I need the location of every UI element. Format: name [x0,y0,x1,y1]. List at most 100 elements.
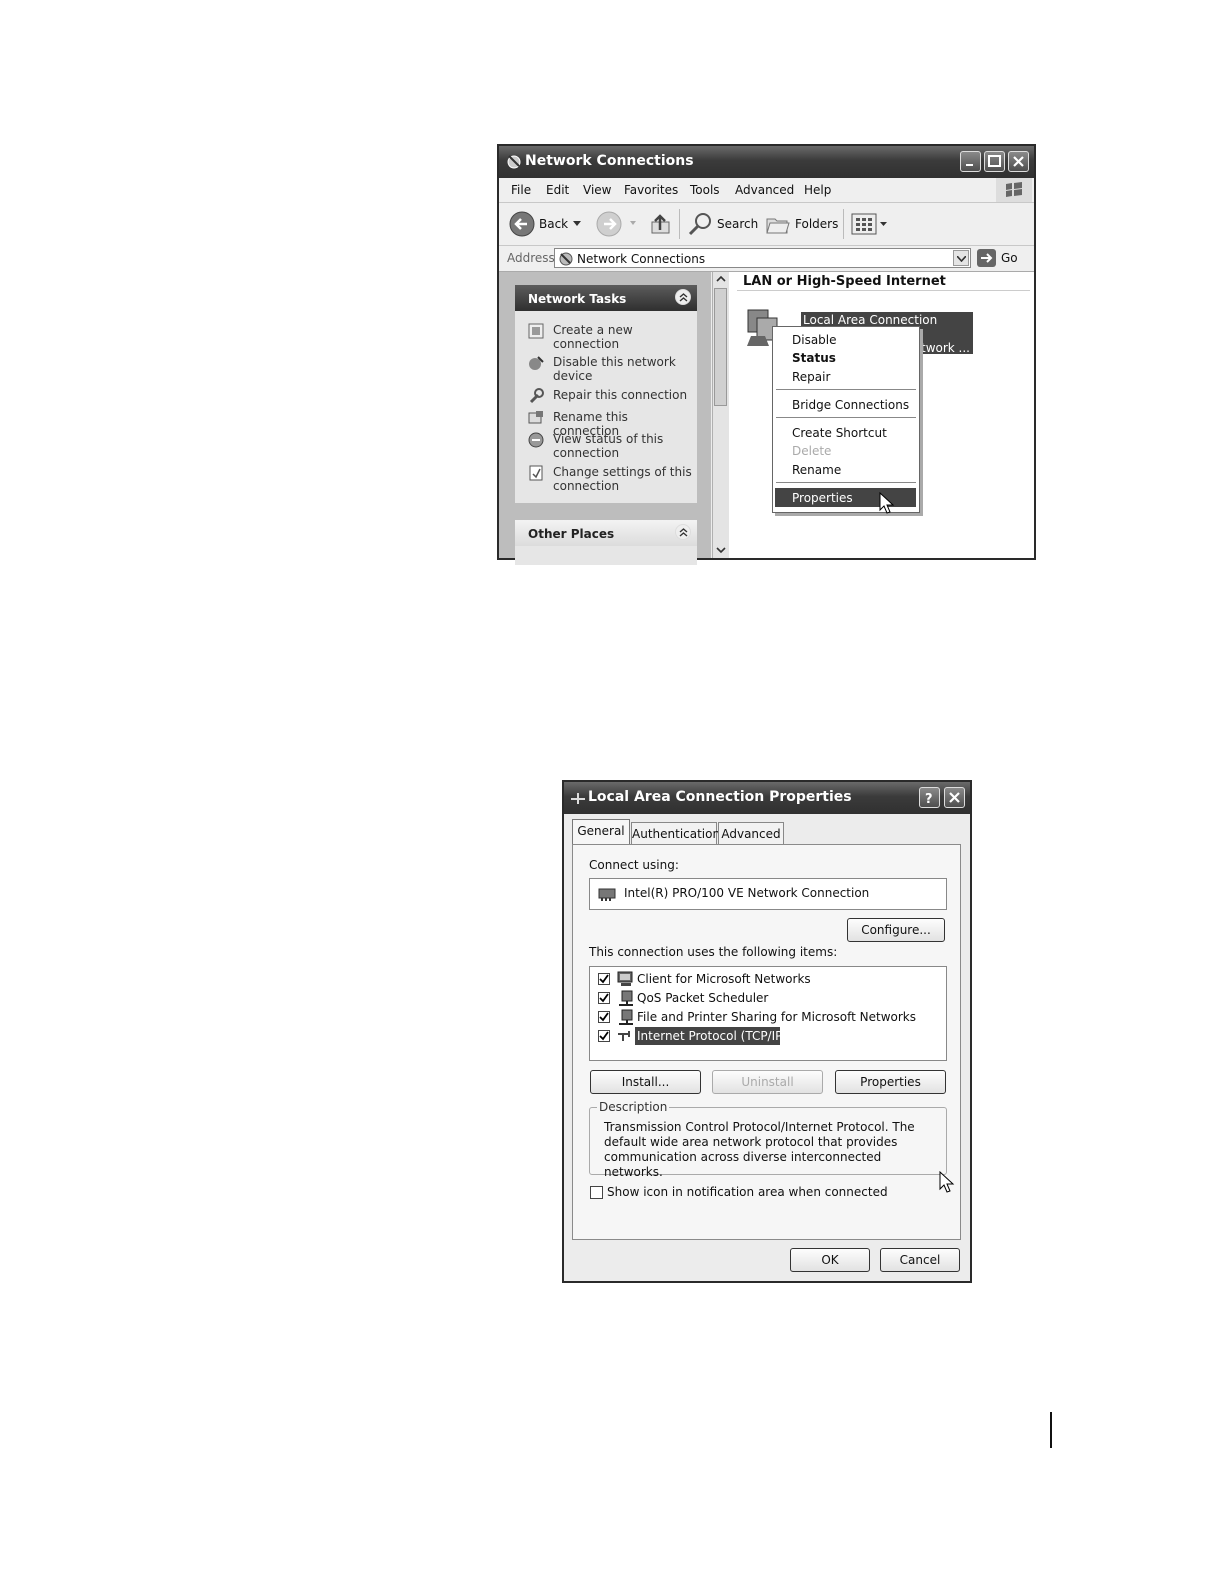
description-label: Description [597,1100,670,1114]
menu-item-bridge-connections[interactable]: Bridge Connections [792,398,909,412]
maximize-button[interactable] [984,151,1005,172]
properties-button[interactable]: Properties [835,1070,946,1094]
chevron-down-icon [957,256,966,262]
minimize-icon [966,164,973,166]
address-input[interactable]: Network Connections [554,248,971,268]
svg-text:?: ? [925,792,933,805]
menu-advanced[interactable]: Advanced [735,183,794,197]
toolbar-separator [843,209,844,239]
scroll-thumb[interactable] [714,288,727,406]
menu-item-rename[interactable]: Rename [792,463,841,477]
folders-label: Folders [795,217,839,231]
adapter-field: Intel(R) PRO/100 VE Network Connection [589,878,947,910]
toolbar: Back Search Folders [499,203,1034,246]
back-arrow-icon [509,211,535,237]
tab-authentication[interactable]: Authentication [631,822,721,844]
new-connection-icon [528,323,544,339]
service-icon [619,990,633,1006]
task-change-settings[interactable]: Change settings of this connection [553,465,693,493]
menu-view[interactable]: View [583,183,611,197]
minimize-button[interactable] [960,151,981,172]
task-pane: Network Tasks Create a new connection Di… [499,272,711,565]
scroll-down-arrow-icon[interactable] [716,546,726,554]
views-button[interactable] [851,213,891,237]
scroll-up-arrow-icon[interactable] [716,275,726,283]
forward-arrow-icon[interactable] [596,211,622,237]
menu-edit[interactable]: Edit [546,183,569,197]
item-checkbox[interactable] [598,1011,610,1023]
ok-button[interactable]: OK [790,1248,870,1272]
disable-device-icon [529,356,544,370]
network-connections-window: Network Connections File Edit View Favor… [497,144,1036,565]
install-button[interactable]: Install... [590,1070,701,1094]
menu-help[interactable]: Help [804,183,831,197]
group-header: LAN or High-Speed Internet [743,274,946,289]
go-button[interactable]: Go [977,248,1029,268]
tab-authentication-label: Authentication [632,827,721,841]
address-dropdown-button[interactable] [953,250,969,266]
dropdown-arrow-icon[interactable] [573,221,581,227]
other-places-header[interactable]: Other Places [515,520,697,546]
vertical-scrollbar[interactable] [712,272,729,558]
tab-general[interactable]: General [572,819,630,844]
back-button[interactable]: Back [509,211,583,237]
connect-using-label: Connect using: [589,858,679,872]
network-adapter-icon [598,888,616,901]
list-item[interactable]: Client for Microsoft Networks [590,970,946,989]
task-view-status[interactable]: View status of this connection [553,432,693,460]
uninstall-button: Uninstall [712,1070,823,1094]
views-icon [851,213,877,235]
dialog-title-bar[interactable]: Local Area Connection Properties ? [564,782,970,814]
address-value: Network Connections [577,252,706,266]
menu-favorites[interactable]: Favorites [624,183,678,197]
go-label: Go [1001,251,1018,265]
configure-button[interactable]: Configure... [847,918,945,942]
close-button[interactable] [944,787,965,808]
mouse-cursor-icon [879,492,895,514]
menu-item-disable[interactable]: Disable [792,333,837,347]
item-label: File and Printer Sharing for Microsoft N… [637,1010,916,1024]
menu-file[interactable]: File [511,183,531,197]
general-tab-panel: Connect using: Intel(R) PRO/100 VE Netwo… [572,844,961,1240]
protocol-icon [618,1031,630,1041]
network-tasks-title: Network Tasks [528,292,627,306]
task-create-connection[interactable]: Create a new connection [553,323,693,351]
task-disable-device[interactable]: Disable this network device [553,355,693,383]
collapse-button[interactable] [675,289,691,305]
folders-button[interactable]: Folders [765,211,839,237]
menu-separator [776,482,916,483]
forward-dropdown-icon[interactable] [630,221,636,225]
list-item[interactable]: File and Printer Sharing for Microsoft N… [590,1008,946,1027]
tab-advanced[interactable]: Advanced [718,822,784,844]
item-label: Client for Microsoft Networks [637,972,811,986]
menu-item-create-shortcut[interactable]: Create Shortcut [792,426,887,440]
menu-item-status[interactable]: Status [792,351,836,365]
item-checkbox[interactable] [598,992,610,1004]
list-item[interactable]: Internet Protocol (TCP/IP) [590,1027,946,1046]
menu-tools[interactable]: Tools [690,183,720,197]
show-icon-checkbox[interactable] [590,1186,603,1199]
tab-general-label: General [577,824,625,838]
back-label: Back [539,217,569,231]
close-button[interactable] [1008,151,1029,172]
network-tasks-header[interactable]: Network Tasks [515,285,697,311]
cancel-button[interactable]: Cancel [880,1248,960,1272]
up-folder-icon[interactable] [649,212,673,236]
menu-separator [776,417,916,418]
mouse-cursor-icon [939,1171,955,1193]
list-item[interactable]: QoS Packet Scheduler [590,989,946,1008]
check-icon [599,993,609,1003]
folders-icon [766,218,790,234]
show-icon-label: Show icon in notification area when conn… [607,1185,888,1199]
menu-item-repair[interactable]: Repair [792,370,830,384]
item-checkbox[interactable] [598,973,610,985]
lan-icon [571,793,585,804]
menu-bar: File Edit View Favorites Tools Advanced … [499,178,1034,203]
repair-wrench-icon [529,388,544,404]
collapse-button[interactable] [675,524,691,540]
search-button[interactable]: Search [687,211,758,237]
help-button[interactable]: ? [919,787,940,808]
item-checkbox[interactable] [598,1030,610,1042]
title-bar[interactable]: Network Connections [499,146,1034,178]
task-repair-connection[interactable]: Repair this connection [553,388,693,402]
